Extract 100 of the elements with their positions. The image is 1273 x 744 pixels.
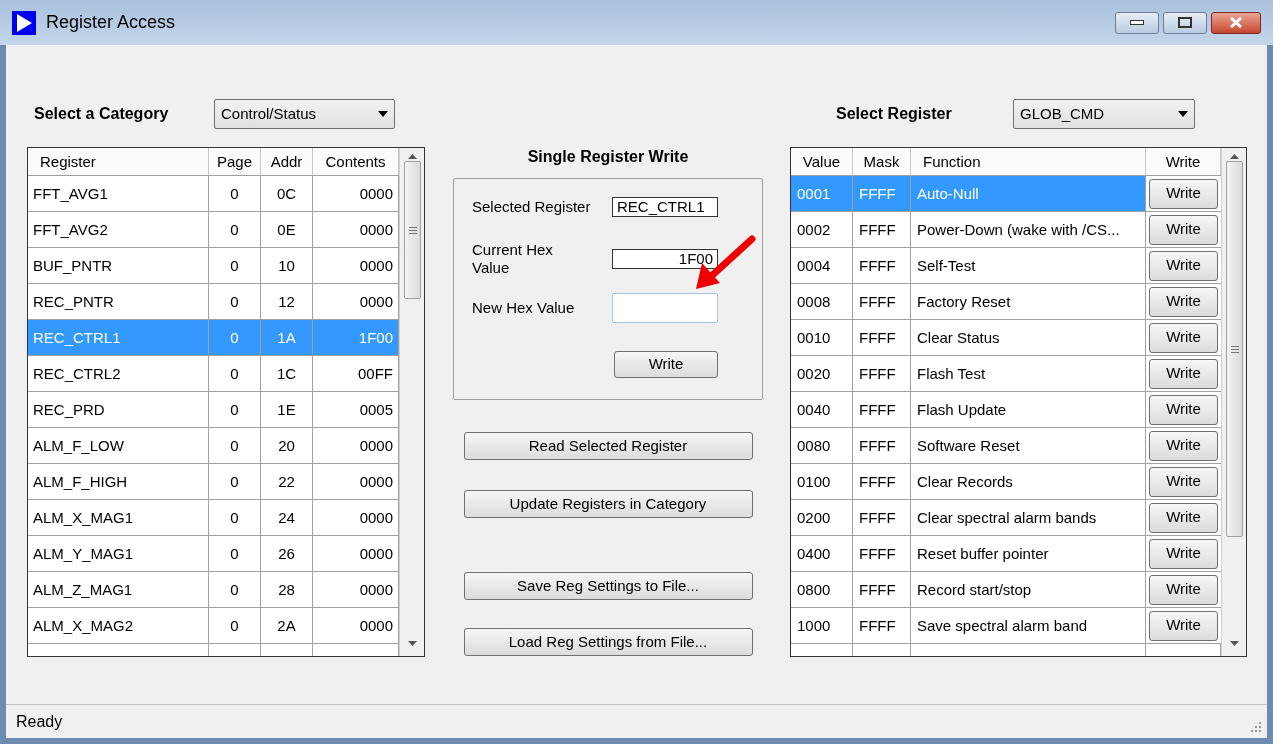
table-cell: 0 (209, 536, 261, 571)
column-header[interactable]: Write (1146, 148, 1221, 175)
table-row[interactable]: 0400 FFFF Reset buffer pointer Write (791, 536, 1221, 572)
write-button[interactable]: Write (1149, 466, 1218, 497)
table-row[interactable]: 0100 FFFF Clear Records Write (791, 464, 1221, 500)
table-row[interactable]: BUF_PNTR 0 10 0000 (28, 248, 399, 284)
write-button[interactable]: Write (1149, 430, 1218, 461)
grip-icon (408, 226, 417, 234)
table-cell: REC_PRD (28, 392, 209, 427)
column-header[interactable]: Contents (313, 148, 399, 175)
table-cell: 26 (261, 536, 313, 571)
table-row[interactable]: 0200 FFFF Clear spectral alarm bands Write (791, 500, 1221, 536)
column-header[interactable]: Value (791, 148, 853, 175)
table-row[interactable]: ALM_Z_MAG1 0 28 0000 (28, 572, 399, 608)
table-row[interactable]: ALM_F_HIGH 0 22 0000 (28, 464, 399, 500)
scrollbar-thumb[interactable] (404, 161, 421, 299)
table-cell: ALM_Y_MAG1 (28, 536, 209, 571)
action-button[interactable]: Read Selected Register (463, 432, 753, 460)
table-row[interactable]: ALM_X_MAG2 0 2A 0000 (28, 608, 399, 644)
resize-grip-icon[interactable] (1251, 722, 1261, 732)
table-cell: FFFF (853, 284, 911, 319)
table-cell: 28 (261, 572, 313, 607)
scroll-down-icon[interactable] (408, 641, 417, 646)
table-cell: 0 (209, 608, 261, 643)
table-cell: 0 (209, 320, 261, 355)
table-cell: FFFF (853, 248, 911, 283)
scrollbar-thumb[interactable] (1226, 161, 1243, 537)
section-title: Single Register Write (527, 147, 689, 167)
table-row[interactable]: 0002 FFFF Power-Down (wake with /CS... Write (791, 212, 1221, 248)
action-button[interactable]: Update Registers in Category (463, 490, 753, 518)
table-cell: 1A (261, 320, 313, 355)
column-header[interactable]: Function (911, 148, 1146, 175)
write-button[interactable]: Write (1149, 574, 1218, 605)
table-row[interactable]: 0001 FFFF Auto-Null Write (791, 176, 1221, 212)
write-button[interactable]: Write (1149, 538, 1218, 569)
write-button[interactable]: Write (1149, 502, 1218, 533)
table-cell: 0020 (791, 356, 853, 391)
maximize-button[interactable] (1163, 11, 1207, 34)
write-button[interactable]: Write (614, 351, 718, 378)
column-header[interactable]: Register (28, 148, 209, 175)
table-cell: 0040 (791, 392, 853, 427)
table-cell: FFFF (853, 536, 911, 571)
table-cell: 2A (261, 608, 313, 643)
write-button[interactable]: Write (1149, 286, 1218, 317)
scroll-up-icon[interactable] (408, 154, 417, 159)
action-button[interactable]: Load Reg Settings from File... (463, 628, 753, 656)
write-button[interactable]: Write (1149, 394, 1218, 425)
write-button[interactable]: Write (1149, 322, 1218, 353)
table-cell: REC_CTRL1 (28, 320, 209, 355)
table-cell: 0800 (791, 572, 853, 607)
table-cell: FFFF (853, 500, 911, 535)
table-cell: 0 (209, 248, 261, 283)
table-row[interactable]: 0040 FFFF Flash Update Write (791, 392, 1221, 428)
table-cell: ALM_F_LOW (28, 428, 209, 463)
write-button[interactable]: Write (1149, 250, 1218, 281)
table-cell: FFFF (853, 464, 911, 499)
scrollbar[interactable] (1221, 148, 1246, 656)
column-header[interactable]: Mask (853, 148, 911, 175)
table-cell: 22 (261, 464, 313, 499)
table-row[interactable]: 1000 FFFF Save spectral alarm band Write (791, 608, 1221, 644)
minimize-icon (1130, 20, 1144, 25)
table-row[interactable]: ALM_F_LOW 0 20 0000 (28, 428, 399, 464)
column-header[interactable]: Addr (261, 148, 313, 175)
category-label: Select a Category (34, 104, 170, 124)
table-cell: 10 (261, 248, 313, 283)
table-row[interactable]: REC_PRD 0 1E 0005 (28, 392, 399, 428)
table-row[interactable]: 0020 FFFF Flash Test Write (791, 356, 1221, 392)
action-button[interactable]: Save Reg Settings to File... (463, 572, 753, 600)
table-cell: 0 (209, 356, 261, 391)
table-cell: ALM_X_MAG2 (28, 608, 209, 643)
dropdown[interactable]: Control/Status (214, 99, 395, 129)
app-icon (12, 10, 36, 35)
scroll-up-icon[interactable] (1230, 154, 1239, 159)
table-row[interactable]: REC_CTRL2 0 1C 00FF (28, 356, 399, 392)
write-button[interactable]: Write (1149, 358, 1218, 389)
scrollbar[interactable] (399, 148, 424, 656)
write-button[interactable]: Write (1149, 610, 1218, 641)
table-cell: FFFF (853, 212, 911, 247)
table-cell: 12 (261, 284, 313, 319)
table-row[interactable]: 0080 FFFF Software Reset Write (791, 428, 1221, 464)
field-label: Current Hex Value (472, 241, 554, 277)
table-row[interactable]: 0800 FFFF Record start/stop Write (791, 572, 1221, 608)
table-row[interactable]: FFT_AVG2 0 0E 0000 (28, 212, 399, 248)
close-icon (1229, 17, 1243, 28)
dropdown[interactable]: GLOB_CMD (1013, 99, 1195, 129)
table-row[interactable]: ALM_X_MAG1 0 24 0000 (28, 500, 399, 536)
table-row[interactable]: 0004 FFFF Self-Test Write (791, 248, 1221, 284)
write-button[interactable]: Write (1149, 178, 1218, 209)
input-field[interactable] (612, 293, 718, 323)
table-row[interactable]: 0008 FFFF Factory Reset Write (791, 284, 1221, 320)
write-button[interactable]: Write (1149, 214, 1218, 245)
scroll-down-icon[interactable] (1230, 641, 1239, 646)
column-header[interactable]: Page (209, 148, 261, 175)
close-button[interactable] (1211, 11, 1261, 34)
table-row[interactable]: ALM_Y_MAG1 0 26 0000 (28, 536, 399, 572)
table-row[interactable]: FFT_AVG1 0 0C 0000 (28, 176, 399, 212)
status-text: Ready (16, 711, 63, 732)
minimize-button[interactable] (1115, 11, 1159, 34)
table-row[interactable]: 0010 FFFF Clear Status Write (791, 320, 1221, 356)
table-cell: 0004 (791, 248, 853, 283)
